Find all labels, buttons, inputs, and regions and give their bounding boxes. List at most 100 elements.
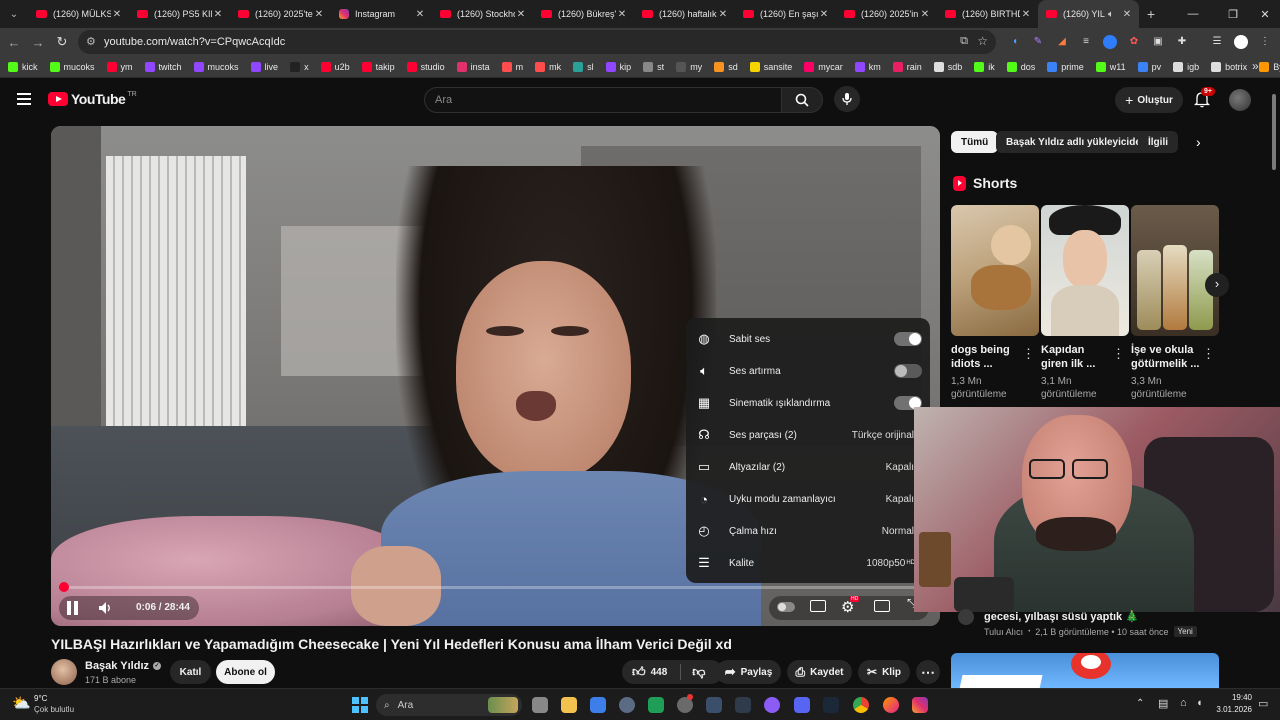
close-tab-icon[interactable]: ✕ bbox=[313, 9, 325, 20]
bookmark-item[interactable]: mk bbox=[535, 61, 561, 72]
xbox-icon[interactable] bbox=[648, 697, 664, 713]
bookmark-item[interactable]: sansite bbox=[749, 61, 792, 72]
recommended-video-title[interactable]: gecesi, yılbaşı süsü yaptık 🎄 bbox=[984, 610, 1139, 623]
reload-icon[interactable]: ↻ bbox=[50, 34, 74, 50]
tab-search-icon[interactable]: ⌄ bbox=[0, 0, 28, 28]
bookmark-item[interactable]: my bbox=[676, 61, 702, 72]
browser-tab[interactable]: (1260) PS5 KIR ✕ bbox=[129, 0, 230, 28]
browser-tab[interactable]: (1260) haftalık ✕ bbox=[634, 0, 735, 28]
clip-button[interactable]: ✂ Klip bbox=[858, 660, 910, 684]
bookmark-item[interactable]: sl bbox=[573, 61, 594, 72]
store-icon[interactable] bbox=[590, 697, 606, 713]
bookmark-item[interactable]: prime bbox=[1047, 61, 1084, 72]
bookmark-item[interactable]: u2b bbox=[320, 61, 350, 72]
volume-icon[interactable] bbox=[97, 600, 113, 621]
extension-icon[interactable]: ✿ bbox=[1127, 35, 1141, 49]
address-bar[interactable]: ⚙ youtube.com/watch?v=CPqwcAcqIdc ⧉ ☆ bbox=[78, 30, 996, 54]
firefox-icon[interactable] bbox=[883, 697, 899, 713]
autoplay-toggle[interactable] bbox=[777, 602, 795, 612]
close-tab-icon[interactable]: ✕ bbox=[111, 9, 123, 20]
mute-tab-icon[interactable]: 🔈︎ bbox=[1105, 9, 1117, 20]
app-icon[interactable] bbox=[735, 697, 751, 713]
app-icon[interactable] bbox=[764, 697, 780, 713]
browser-tab[interactable]: (1260) Stockho ✕ bbox=[432, 0, 533, 28]
profile-avatar-icon[interactable] bbox=[1234, 35, 1248, 49]
browser-tab[interactable]: Instagram ✕ bbox=[331, 0, 432, 28]
restore-icon[interactable]: ❐ bbox=[1216, 0, 1250, 28]
bookmark-item[interactable]: insta bbox=[456, 61, 490, 72]
browser-tab[interactable]: (1260) 2025'te ✕ bbox=[230, 0, 331, 28]
more-bookmarks-icon[interactable]: » bbox=[1252, 59, 1259, 73]
close-tab-icon[interactable]: ✕ bbox=[1020, 9, 1032, 20]
chips-next-icon[interactable]: › bbox=[1196, 134, 1201, 150]
short-title[interactable]: İşe ve okula götürmelik ... bbox=[1131, 343, 1199, 371]
join-button[interactable]: Katıl bbox=[170, 660, 211, 684]
bookmark-item[interactable]: mucoks bbox=[49, 61, 95, 72]
extension-icon[interactable]: ◢ bbox=[1055, 35, 1069, 49]
extension-icon[interactable]: ◖ bbox=[1008, 35, 1022, 49]
bookmark-item[interactable]: pv bbox=[1137, 61, 1161, 72]
shorts-next-button[interactable]: › bbox=[1205, 273, 1229, 297]
browser-menu-icon[interactable]: ⋮ bbox=[1258, 35, 1272, 49]
browser-tab[interactable]: (1260) BIRTHD ✕ bbox=[937, 0, 1038, 28]
subscribe-button[interactable]: Abone ol bbox=[216, 660, 275, 684]
instagram-icon[interactable] bbox=[912, 697, 928, 713]
tray-overflow-icon[interactable]: ⌃ bbox=[1136, 698, 1144, 709]
close-tab-icon[interactable]: ✕ bbox=[919, 9, 931, 20]
bookmark-item[interactable]: mucoks bbox=[193, 61, 239, 72]
short-menu-icon[interactable]: ⋮ bbox=[1022, 346, 1035, 362]
progress-bar[interactable] bbox=[59, 582, 932, 592]
forward-icon[interactable]: → bbox=[26, 35, 50, 50]
discord-icon[interactable] bbox=[794, 697, 810, 713]
extensions-puzzle-icon[interactable]: ✚ bbox=[1175, 35, 1189, 49]
new-tab-button[interactable]: + bbox=[1139, 6, 1163, 22]
channel-name-row[interactable]: Başak Yıldız ✓ bbox=[85, 660, 161, 672]
bookmark-item[interactable]: km bbox=[854, 61, 881, 72]
like-icon[interactable]: 👍︎ bbox=[632, 664, 646, 680]
channel-avatar[interactable] bbox=[958, 609, 974, 625]
close-tab-icon[interactable]: ✕ bbox=[1121, 9, 1133, 20]
settings-item[interactable]: ◴Çalma hızıNormal› bbox=[686, 515, 930, 547]
recommended-channel[interactable]: Tuluı Alıcı bbox=[984, 627, 1023, 637]
bookmark-item[interactable]: kick bbox=[8, 61, 38, 72]
settings-item[interactable]: ◍ Sabit ses bbox=[686, 323, 930, 355]
bookmark-item[interactable]: igb bbox=[1173, 61, 1199, 72]
account-avatar[interactable] bbox=[1229, 89, 1251, 111]
bookmark-item[interactable]: ik bbox=[974, 61, 995, 72]
theater-mode-icon[interactable] bbox=[874, 600, 890, 612]
bookmark-item[interactable]: ByNo bbox=[1259, 61, 1280, 72]
setting-toggle[interactable] bbox=[894, 364, 922, 378]
temperature[interactable]: 9°C bbox=[34, 694, 47, 703]
taskbar-search[interactable]: ⌕ Ara bbox=[376, 694, 522, 716]
bookmark-item[interactable]: kip bbox=[605, 61, 631, 72]
minimize-icon[interactable]: — bbox=[1176, 0, 1210, 28]
save-button[interactable]: ⎙ Kaydet bbox=[787, 660, 852, 684]
bookmark-item[interactable]: takip bbox=[361, 61, 395, 72]
subtitles-button-icon[interactable] bbox=[810, 600, 826, 612]
site-info-icon[interactable]: ⚙ bbox=[86, 35, 96, 48]
video-thumbnail[interactable] bbox=[951, 653, 1219, 688]
settings-gear-icon[interactable]: ⚙ HD bbox=[841, 596, 860, 616]
setting-toggle[interactable] bbox=[894, 332, 922, 346]
tray-app-icon[interactable]: ▤ bbox=[1158, 697, 1168, 710]
bookmark-item[interactable]: mycar bbox=[804, 61, 843, 72]
clock-time[interactable]: 19:40 bbox=[1220, 693, 1252, 702]
bookmark-item[interactable]: dos bbox=[1006, 61, 1035, 72]
close-tab-icon[interactable]: ✕ bbox=[515, 9, 527, 20]
github-icon[interactable] bbox=[677, 694, 693, 713]
chip-from-uploader[interactable]: Başak Yıldız adlı yükleyiciden bbox=[996, 131, 1157, 153]
browser-tab[interactable]: (1260) MÜLKSÜ✕ bbox=[28, 0, 129, 28]
close-tab-icon[interactable]: ✕ bbox=[616, 9, 628, 20]
create-button[interactable]: + Oluştur bbox=[1115, 87, 1183, 113]
voice-search-button[interactable] bbox=[834, 86, 860, 112]
bookmark-item[interactable]: st bbox=[643, 61, 664, 72]
close-tab-icon[interactable]: ✕ bbox=[818, 9, 830, 20]
task-view-icon[interactable] bbox=[532, 697, 548, 713]
bookmark-item[interactable]: studio bbox=[406, 61, 445, 72]
settings-app-icon[interactable] bbox=[619, 697, 635, 713]
youtube-logo[interactable]: YouTube TR bbox=[48, 91, 137, 107]
settings-item[interactable]: ☊Ses parçası (2)Türkçe orijinal› bbox=[686, 419, 930, 451]
back-icon[interactable]: ← bbox=[2, 35, 26, 50]
close-tab-icon[interactable]: ✕ bbox=[212, 9, 224, 20]
network-icon[interactable]: ⌂ bbox=[1180, 697, 1187, 709]
